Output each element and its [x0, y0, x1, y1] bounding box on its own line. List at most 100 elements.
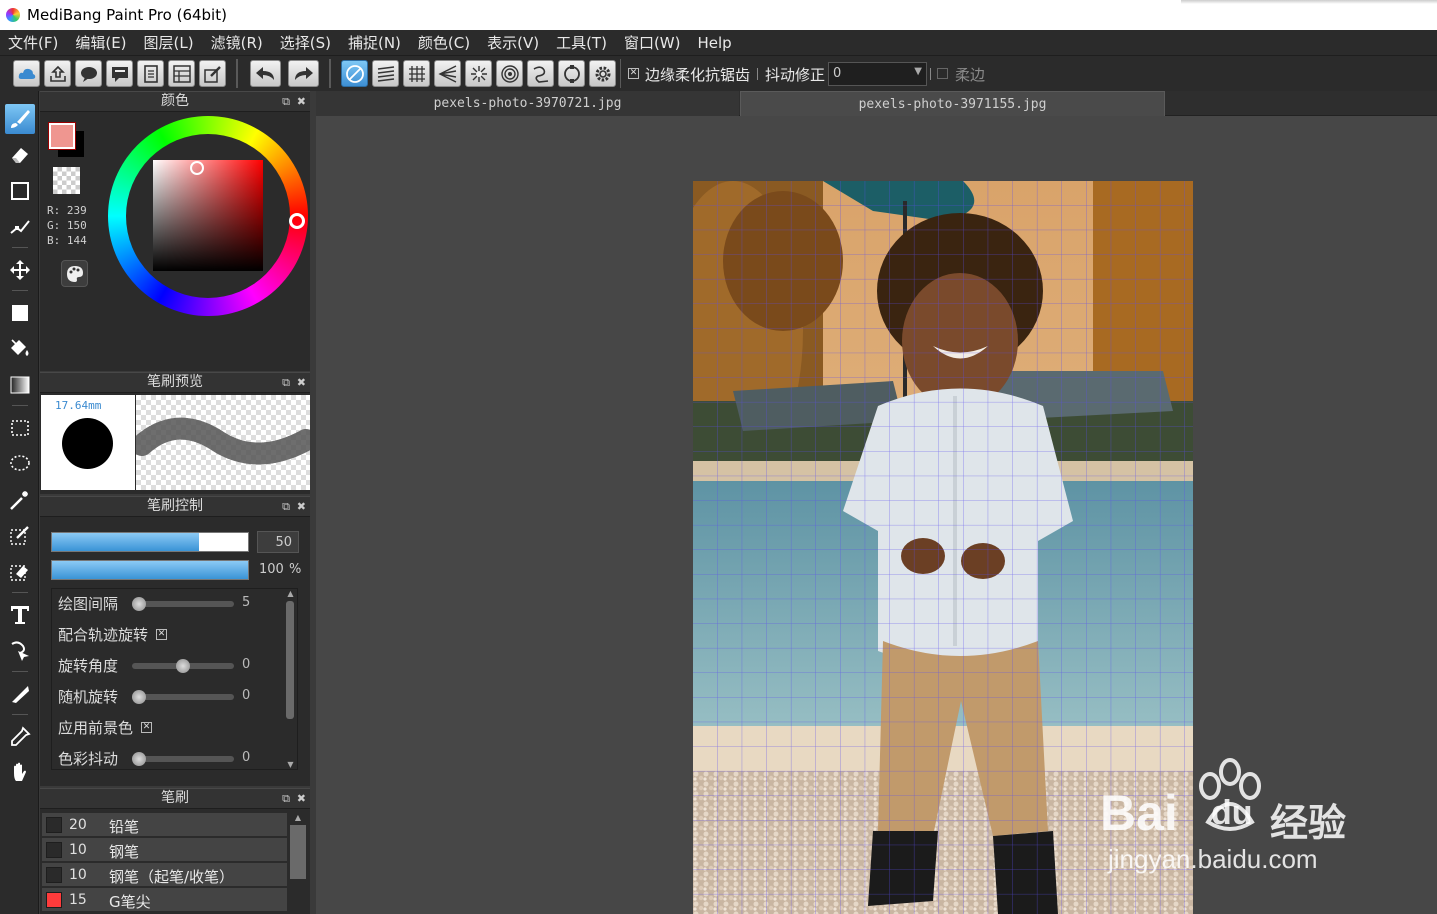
popout-icon[interactable]: ⧉ [282, 373, 290, 392]
hue-cursor[interactable] [289, 213, 305, 229]
red-value: R: 239 [47, 204, 87, 217]
brush-list-item[interactable]: 10 钢笔（起笔/收笔） [42, 863, 287, 887]
brush-option-slider[interactable] [132, 690, 234, 704]
slider-knob[interactable] [132, 690, 146, 704]
hand-tool[interactable] [5, 758, 35, 788]
menu-layer[interactable]: 图层(L) [144, 32, 194, 53]
close-icon[interactable]: ✖ [297, 373, 306, 392]
layout-button[interactable] [168, 60, 195, 87]
radial-line-snap-button[interactable] [434, 60, 461, 87]
menu-help[interactable]: Help [697, 34, 731, 52]
brush-option-checkbox[interactable]: ✕ [156, 629, 167, 640]
brush-tool[interactable] [5, 104, 35, 134]
panel-button[interactable] [106, 60, 133, 87]
edit-page-button[interactable] [199, 60, 226, 87]
brush-size-bar[interactable] [51, 532, 249, 552]
rect-select-tool[interactable] [5, 413, 35, 443]
brush-list-item[interactable]: 10 钢笔 [42, 838, 287, 862]
brush-list-item[interactable]: 15 G笔尖 [42, 888, 287, 912]
palette-button[interactable] [61, 260, 88, 287]
antialias-checkbox[interactable]: ✕ [628, 68, 639, 79]
popout-icon[interactable]: ⧉ [282, 497, 290, 516]
opacity-bar[interactable] [51, 560, 249, 580]
magic-wand-tool[interactable] [5, 485, 35, 515]
scroll-up-icon[interactable]: ▲ [289, 813, 307, 822]
stabilizer-select[interactable]: 0 ▼ [828, 62, 927, 86]
eraser-tool[interactable] [5, 140, 35, 170]
gradient-tool[interactable] [5, 370, 35, 400]
menu-snap[interactable]: 捕捉(N) [348, 32, 401, 53]
close-icon[interactable]: ✖ [297, 92, 306, 111]
options-scrollbar[interactable]: ▲ ▼ [284, 589, 297, 769]
brush-size-value[interactable]: 50 [257, 531, 299, 553]
menu-view[interactable]: 表示(V) [487, 32, 539, 53]
parallel-snap-button[interactable] [372, 60, 399, 87]
text-tool[interactable] [5, 600, 35, 630]
curve-snap-button[interactable] [527, 60, 554, 87]
brush-name: 铅笔 [109, 818, 140, 836]
popout-icon[interactable]: ⧉ [282, 789, 290, 808]
scrollbar-thumb[interactable] [290, 825, 306, 879]
close-icon[interactable]: ✖ [297, 789, 306, 808]
cloud-button[interactable] [13, 60, 40, 87]
select-pen-tool[interactable] [5, 521, 35, 551]
cloud-icon [18, 68, 36, 79]
radial-snap-button[interactable] [465, 60, 492, 87]
operation-tool[interactable] [5, 636, 35, 666]
snap-settings-button[interactable] [589, 60, 616, 87]
concentric-circles-icon [501, 65, 519, 83]
brush-list-scrollbar[interactable]: ▲ [289, 813, 307, 914]
slider-knob[interactable] [132, 597, 146, 611]
opacity-value[interactable]: 100 [259, 562, 284, 577]
upload-button[interactable] [44, 60, 71, 87]
hand-icon [14, 762, 26, 781]
sv-cursor[interactable] [190, 161, 204, 175]
menu-color[interactable]: 颜色(C) [418, 32, 470, 53]
document-tab-active[interactable]: pexels-photo-3971155.jpg [740, 91, 1165, 116]
eyedropper-tool[interactable] [5, 722, 35, 752]
fill-rect-tool[interactable] [5, 298, 35, 328]
menu-window[interactable]: 窗口(W) [624, 32, 681, 53]
saturation-value-square[interactable] [153, 160, 263, 271]
menu-file[interactable]: 文件(F) [8, 32, 58, 53]
ellipse-snap-button[interactable] [558, 60, 585, 87]
undo-button[interactable] [250, 60, 281, 87]
menu-filter[interactable]: 滤镜(R) [211, 32, 263, 53]
redo-button[interactable] [288, 60, 319, 87]
divide-tool[interactable] [5, 679, 35, 709]
concentric-snap-button[interactable] [496, 60, 523, 87]
bucket-tool[interactable] [5, 334, 35, 364]
stabilizer-label: 抖动修正 [765, 66, 826, 84]
slider-knob[interactable] [132, 752, 146, 766]
scroll-up-icon[interactable]: ▲ [284, 589, 297, 598]
popout-icon[interactable]: ⧉ [282, 92, 290, 111]
menu-select[interactable]: 选择(S) [280, 32, 331, 53]
brush-option-slider[interactable] [132, 659, 234, 673]
document-tab[interactable]: pexels-photo-3970721.jpg [316, 91, 739, 116]
brush-list-item[interactable]: 20 铅笔 [42, 813, 287, 837]
snap-off-button[interactable] [341, 60, 368, 87]
blue-value: B: 144 [47, 234, 87, 247]
scroll-down-icon[interactable]: ▼ [284, 760, 297, 769]
select-eraser-tool[interactable] [5, 557, 35, 587]
menu-edit[interactable]: 编辑(E) [75, 32, 126, 53]
color-panel-title: 颜色 [161, 93, 189, 109]
grid-snap-button[interactable] [403, 60, 430, 87]
brush-option-checkbox[interactable]: ✕ [141, 722, 152, 733]
dot-tool[interactable] [5, 176, 35, 206]
menu-tools[interactable]: 工具(T) [556, 32, 607, 53]
brush-option-slider[interactable] [132, 752, 234, 766]
close-icon[interactable]: ✖ [297, 497, 306, 516]
scrollbar-thumb[interactable] [286, 601, 294, 719]
brush-tip-preview: 17.64mm [41, 395, 135, 490]
page-button[interactable] [137, 60, 164, 87]
line-tool[interactable] [5, 212, 35, 242]
brush-option-slider[interactable] [132, 597, 234, 611]
soft-edge-checkbox[interactable] [937, 68, 948, 79]
lasso-tool[interactable] [5, 449, 35, 479]
speech-bubble-button[interactable] [75, 60, 102, 87]
foreground-color-swatch[interactable] [48, 122, 76, 150]
slider-knob[interactable] [176, 659, 190, 673]
transparent-color-swatch[interactable] [53, 167, 80, 194]
move-tool[interactable] [5, 255, 35, 285]
